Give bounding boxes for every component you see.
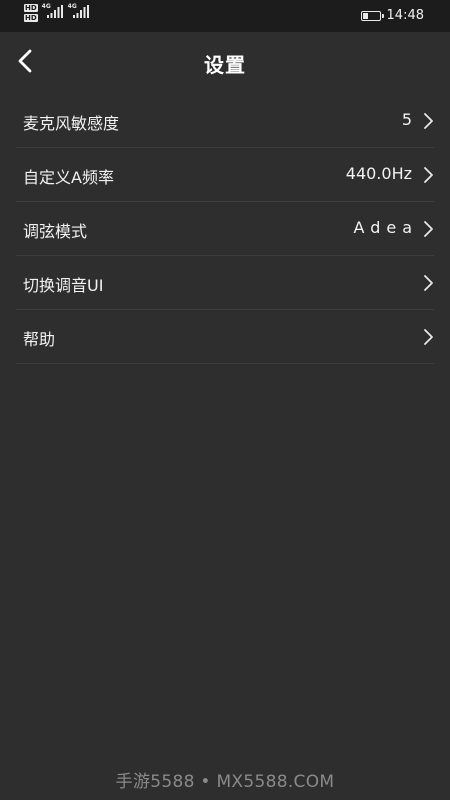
setting-label: 调弦模式 (23, 222, 88, 241)
setting-label: 自定义A频率 (23, 168, 114, 187)
page-title: 设置 (204, 53, 246, 77)
setting-label: 帮助 (23, 330, 56, 349)
header: 设置 (0, 32, 450, 94)
setting-help[interactable]: 帮助 (16, 310, 434, 364)
hd-icon: HD (24, 14, 38, 22)
signal-icon: 4G (42, 3, 64, 21)
setting-switch-tuner-ui[interactable]: 切换调音UI (16, 256, 434, 310)
setting-value: 440.0Hz (345, 164, 412, 183)
chevron-right-icon (422, 112, 434, 130)
setting-tuning-mode[interactable]: 调弦模式 Adea (16, 202, 434, 256)
status-bar-right: 14:48 (360, 8, 424, 23)
setting-custom-a-frequency[interactable]: 自定义A频率 440.0Hz (16, 148, 434, 202)
settings-list: 麦克风敏感度 5 自定义A频率 440.0Hz 调弦模式 Adea 切换调音UI (16, 94, 434, 364)
setting-label: 切换调音UI (23, 276, 104, 295)
hd-icon: HD (24, 4, 38, 12)
chevron-right-icon (422, 220, 434, 238)
battery-icon (360, 10, 384, 21)
hd-indicators: HD HD (24, 4, 38, 22)
status-bar: HD HD 4G 4G 14:48 (0, 0, 450, 32)
clock: 14:48 (386, 8, 424, 23)
chevron-right-icon (422, 274, 434, 292)
setting-label: 麦克风敏感度 (23, 114, 120, 133)
setting-value: 5 (401, 110, 412, 129)
chevron-right-icon (422, 166, 434, 184)
settings-screen: HD HD 4G 4G 14:48 设置 麦克风敏感度 5 自定义A频率 440… (0, 0, 450, 800)
status-bar-left: HD HD 4G 4G (24, 3, 90, 22)
setting-mic-sensitivity[interactable]: 麦克风敏感度 5 (16, 94, 434, 148)
setting-value: Adea (353, 218, 418, 237)
watermark: 手游5588 • MX5588.COM (115, 772, 335, 792)
signal-icon: 4G (68, 3, 90, 21)
chevron-right-icon (422, 328, 434, 346)
